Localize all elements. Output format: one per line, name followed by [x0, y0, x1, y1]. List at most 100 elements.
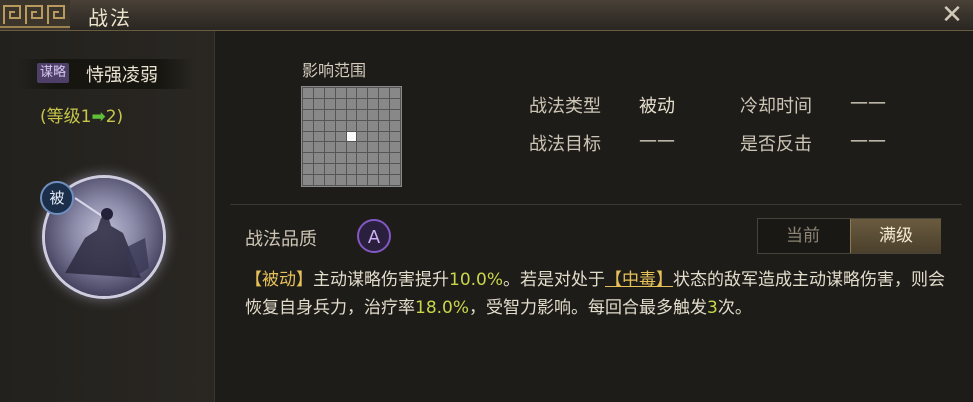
- range-cell: [335, 109, 346, 120]
- range-cell: [368, 175, 379, 185]
- quality-label: 战法品质: [245, 229, 317, 250]
- range-cell: [379, 88, 390, 98]
- range-label: 影响范围: [302, 61, 367, 80]
- range-cell: [368, 120, 379, 131]
- range-cell: [324, 88, 335, 98]
- counter-value: ——: [850, 130, 886, 151]
- current-level-tab[interactable]: 当前: [758, 219, 848, 253]
- desc-text-4: ，受智力影响。每回合最多触发: [469, 298, 708, 318]
- skill-level: (等级1➡2): [40, 102, 123, 127]
- range-cell: [313, 153, 324, 164]
- desc-text-5: 次。: [717, 298, 752, 318]
- poison-status-link[interactable]: 【中毒】: [605, 270, 673, 290]
- damage-boost-value: 10.0%: [449, 270, 504, 290]
- range-cell: [324, 109, 335, 120]
- range-cell: [324, 120, 335, 131]
- range-cell: [368, 142, 379, 153]
- range-cell: [379, 142, 390, 153]
- range-cell: [368, 164, 379, 175]
- range-cell: [357, 142, 368, 153]
- range-cell: [390, 164, 400, 175]
- range-cell: [303, 175, 313, 185]
- level-arrow-icon: ➡: [91, 107, 106, 127]
- range-cell: [346, 88, 357, 98]
- range-cell: [346, 98, 357, 109]
- range-cell: [303, 164, 313, 175]
- close-icon[interactable]: ✕: [939, 2, 965, 28]
- range-cell: [390, 109, 400, 120]
- level-toggle: 当前 满级: [757, 218, 941, 254]
- range-cell: [335, 88, 346, 98]
- range-cell: [379, 153, 390, 164]
- range-cell: [335, 142, 346, 153]
- range-cell: [335, 131, 346, 142]
- max-level-tab[interactable]: 满级: [850, 219, 941, 253]
- range-cell: [390, 98, 400, 109]
- range-cell: [335, 153, 346, 164]
- level-suffix: 2): [105, 107, 124, 127]
- range-cell: [368, 131, 379, 142]
- range-cell: [357, 175, 368, 185]
- range-cell: [335, 164, 346, 175]
- range-cell: [390, 142, 400, 153]
- range-cell: [368, 88, 379, 98]
- desc-text-1: 主动谋略伤害提升: [313, 270, 449, 290]
- range-cell: [357, 131, 368, 142]
- range-cell: [368, 109, 379, 120]
- range-cell: [303, 120, 313, 131]
- range-cell: [390, 120, 400, 131]
- range-cell: [324, 164, 335, 175]
- range-cell: [346, 120, 357, 131]
- range-cell: [324, 175, 335, 185]
- range-cell: [303, 142, 313, 153]
- desc-text-2: 。若是对处于: [503, 270, 606, 290]
- skill-name: 恃强凌弱: [86, 65, 158, 86]
- skill-description: 【被动】主动谋略伤害提升10.0%。若是对处于【中毒】状态的敌军造成主动谋略伤害…: [245, 266, 957, 322]
- target-value: ——: [639, 130, 675, 151]
- range-cell: [357, 120, 368, 131]
- range-cell: [335, 120, 346, 131]
- range-cell: [390, 131, 400, 142]
- range-cell: [379, 98, 390, 109]
- range-cell: [357, 109, 368, 120]
- range-cell: [379, 175, 390, 185]
- range-cell: [390, 175, 400, 185]
- range-cell: [346, 164, 357, 175]
- range-cell: [324, 131, 335, 142]
- range-cell: [313, 120, 324, 131]
- skill-type-tag: 谋略: [37, 63, 70, 83]
- type-label: 战法类型: [529, 96, 601, 117]
- range-cell: [303, 109, 313, 120]
- passive-tag: 【被动】: [245, 270, 313, 290]
- range-cell: [368, 98, 379, 109]
- range-cell: [346, 175, 357, 185]
- level-prefix: (等级1: [40, 107, 92, 127]
- range-cell: [324, 142, 335, 153]
- heal-rate-value: 18.0%: [415, 298, 470, 318]
- range-cell: [357, 88, 368, 98]
- range-cell: [324, 153, 335, 164]
- cooldown-value: ——: [850, 92, 886, 113]
- quality-grade-badge: A: [357, 219, 391, 253]
- range-cell: [368, 153, 379, 164]
- counter-label: 是否反击: [740, 134, 812, 155]
- cooldown-label: 冷却时间: [740, 96, 812, 117]
- range-grid: [301, 86, 402, 187]
- range-cell: [379, 131, 390, 142]
- type-value: 被动: [639, 96, 675, 117]
- range-cell: [313, 175, 324, 185]
- range-cell: [379, 109, 390, 120]
- range-cell: [379, 120, 390, 131]
- range-cell: [303, 153, 313, 164]
- window-title: 战法: [88, 6, 132, 30]
- range-center-cell: [346, 131, 357, 142]
- skill-summary-panel: 谋略 恃强凌弱 (等级1➡2) 被: [0, 31, 215, 402]
- trigger-count-value: 3: [707, 298, 718, 318]
- range-cell: [303, 131, 313, 142]
- range-cell: [346, 109, 357, 120]
- divider: [230, 204, 962, 205]
- range-cell: [303, 88, 313, 98]
- passive-badge: 被: [40, 181, 74, 215]
- range-cell: [335, 175, 346, 185]
- target-label: 战法目标: [529, 134, 601, 155]
